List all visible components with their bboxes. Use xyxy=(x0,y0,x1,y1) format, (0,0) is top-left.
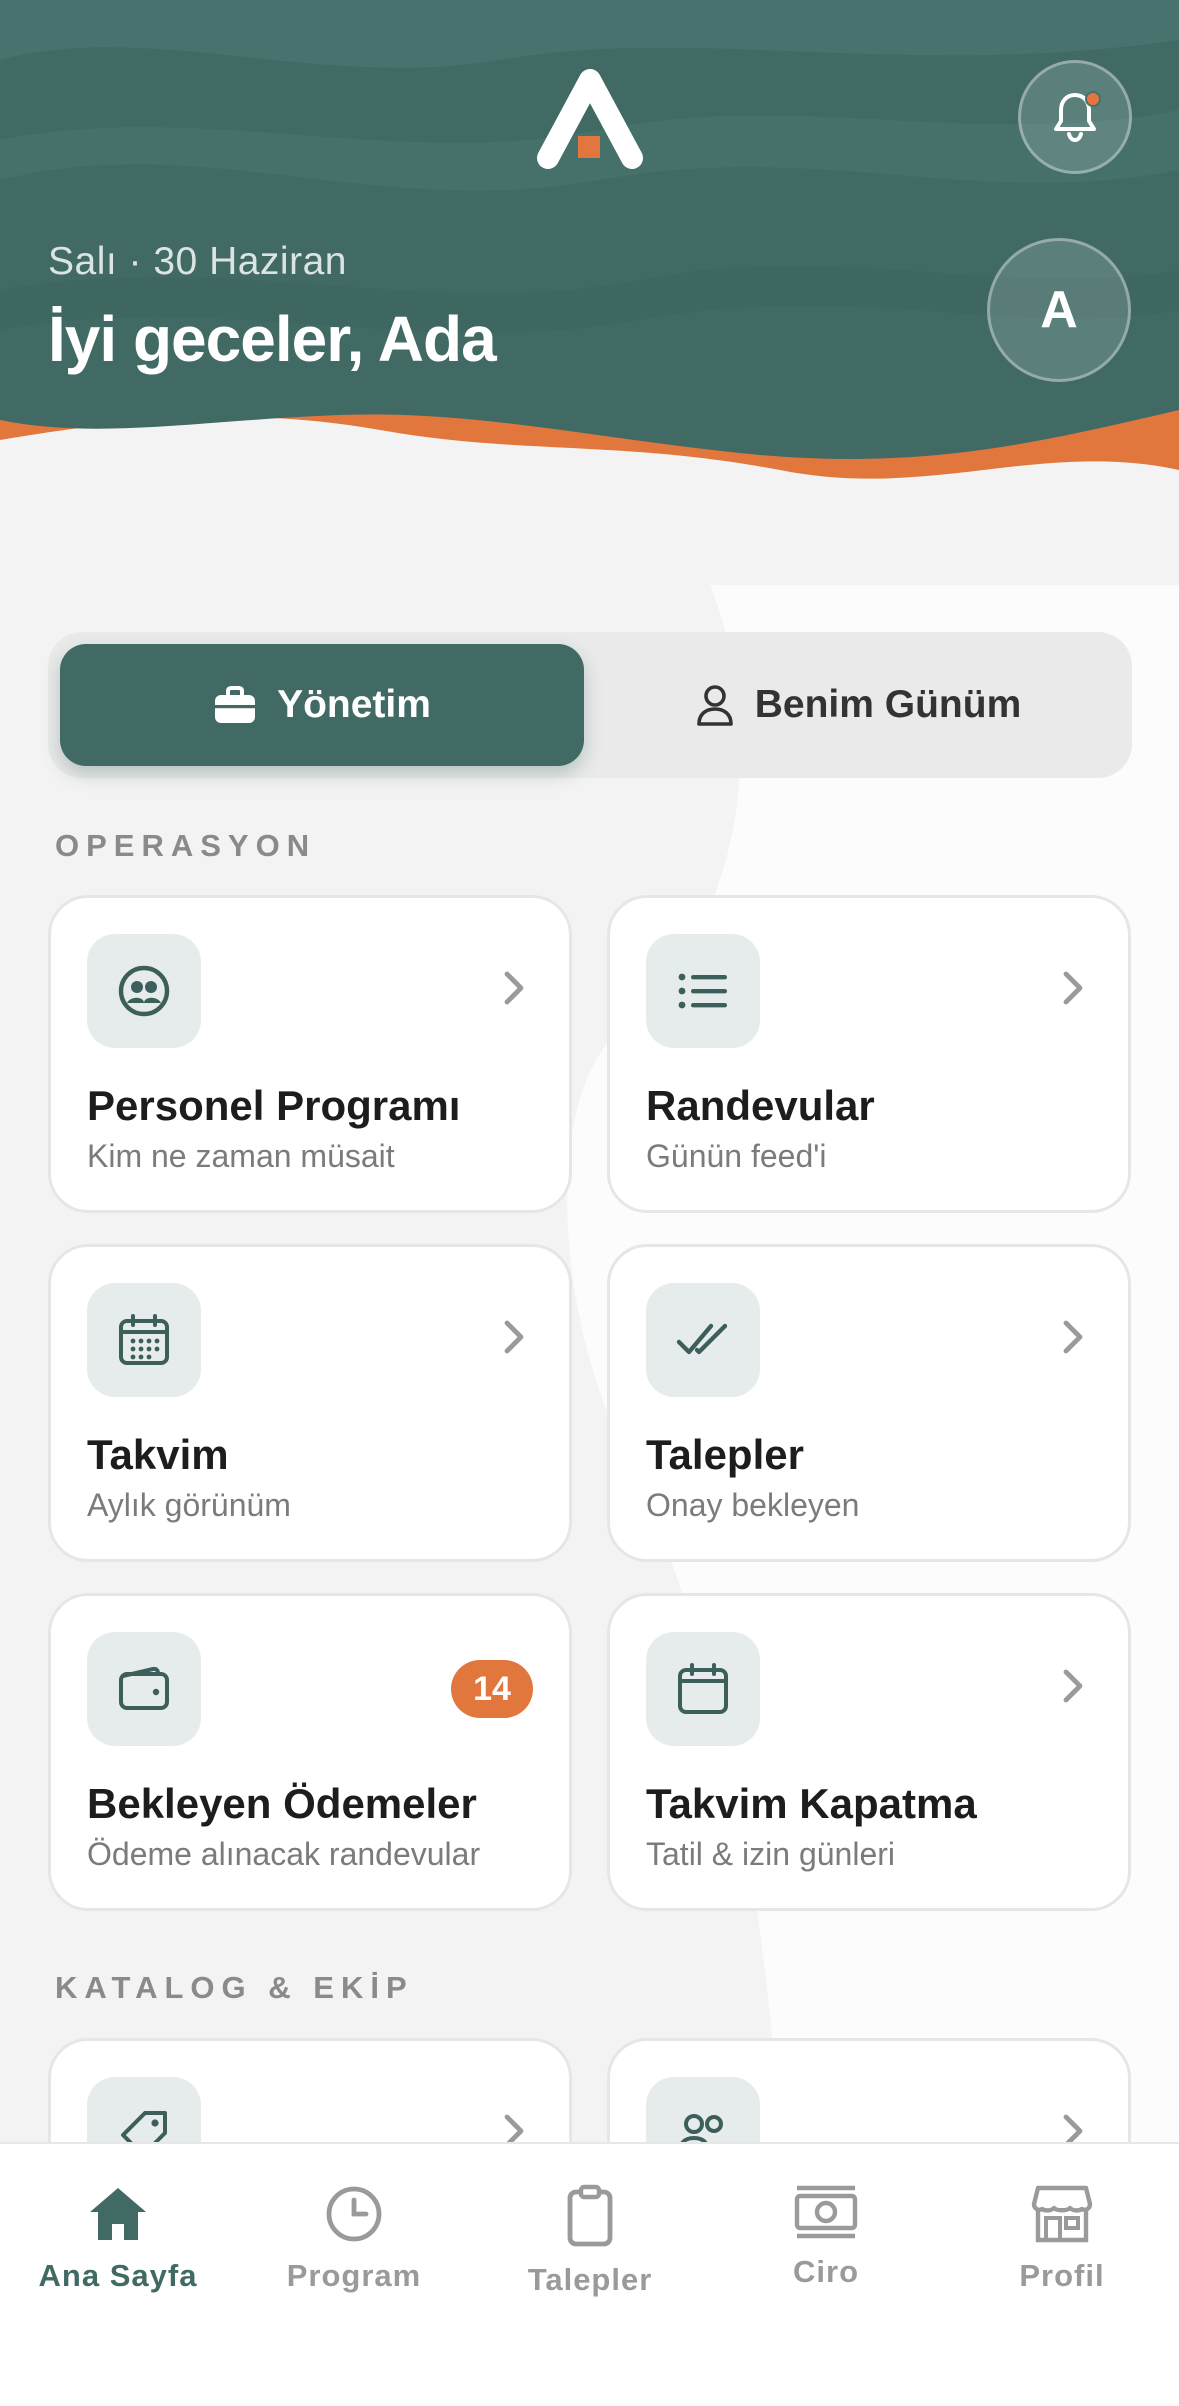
chevron-right-icon xyxy=(1063,1669,1083,1703)
double-check-icon xyxy=(676,1323,728,1355)
card-title: Takvim Kapatma xyxy=(646,1780,977,1827)
list-icon xyxy=(678,973,727,1009)
app-logo xyxy=(537,69,643,169)
card-appointments[interactable]: Randevular Günün feed'i xyxy=(607,895,1131,1213)
date-label: Salı · 30 Haziran xyxy=(48,240,347,283)
clock-icon xyxy=(326,2186,382,2242)
calendar-icon xyxy=(678,1663,728,1714)
tabbar-label: Profil xyxy=(1019,2258,1105,2293)
tabbar-label: Program xyxy=(286,2258,422,2293)
chevron-right-icon xyxy=(504,1320,524,1354)
tabbar-label: Ana Sayfa xyxy=(38,2258,198,2293)
chevron-right-icon xyxy=(1063,971,1083,1005)
tabbar-profile[interactable]: Profil xyxy=(944,2184,1179,2294)
chevron-right-icon xyxy=(504,971,524,1005)
tabbar-home[interactable]: Ana Sayfa xyxy=(0,2184,236,2294)
clipboard-icon xyxy=(567,2184,613,2247)
card-title: Takvim xyxy=(87,1431,229,1478)
mode-switch: Yönetim Benim Günüm xyxy=(48,632,1132,778)
cash-icon xyxy=(794,2185,858,2239)
chevron-right-icon xyxy=(1063,1320,1083,1354)
card-subtitle: Tatil & izin günleri xyxy=(646,1836,895,1872)
card-subtitle: Ödeme alınacak randevular xyxy=(87,1836,481,1872)
notification-dot xyxy=(1085,91,1101,107)
card-icon-box xyxy=(87,1632,201,1746)
card-subtitle: Günün feed'i xyxy=(646,1138,827,1174)
tab-management[interactable]: Yönetim xyxy=(60,644,584,766)
header: Salı · 30 Haziran İyi geceler, Ada A xyxy=(0,0,1179,560)
home-icon xyxy=(90,2188,146,2240)
card-title: Personel Programı xyxy=(87,1082,461,1129)
card-title: Randevular xyxy=(646,1082,875,1129)
tab-my-day[interactable]: Benim Günüm xyxy=(596,644,1120,766)
card-calendar[interactable]: Takvim Aylık görünüm xyxy=(48,1244,572,1562)
card-icon-box xyxy=(646,1283,760,1397)
team-icon xyxy=(118,965,170,1017)
calendar-grid-icon xyxy=(119,1314,169,1365)
notifications-button[interactable] xyxy=(1018,60,1132,174)
section-title-catalog: KATALOG & EKİP xyxy=(55,1970,414,2005)
tabbar-requests[interactable]: Talepler xyxy=(472,2184,708,2298)
card-staff-schedule[interactable]: Personel Programı Kim ne zaman müsait xyxy=(48,895,572,1213)
greeting-title: İyi geceler, Ada xyxy=(48,303,497,375)
person-icon xyxy=(696,685,733,726)
card-calendar-closing[interactable]: Takvim Kapatma Tatil & izin günleri xyxy=(607,1593,1131,1911)
card-subtitle: Kim ne zaman müsait xyxy=(87,1138,395,1174)
card-icon-box xyxy=(87,934,201,1048)
card-title: Talepler xyxy=(646,1431,804,1478)
tabbar-revenue[interactable]: Ciro xyxy=(708,2184,944,2290)
card-subtitle: Aylık görünüm xyxy=(87,1487,291,1523)
card-subtitle: Onay bekleyen xyxy=(646,1487,860,1523)
briefcase-icon xyxy=(215,686,256,723)
avatar[interactable]: A xyxy=(987,238,1131,382)
card-title: Bekleyen Ödemeler xyxy=(87,1780,477,1827)
tabbar-label: Ciro xyxy=(793,2254,859,2289)
avatar-initial: A xyxy=(1040,281,1078,339)
tabbar-label: Talepler xyxy=(527,2262,653,2297)
tab-management-label: Yönetim xyxy=(277,683,431,726)
tabbar-program[interactable]: Program xyxy=(236,2184,472,2294)
section-title-operations: OPERASYON xyxy=(55,828,317,863)
tab-my-day-label: Benim Günüm xyxy=(754,683,1022,726)
store-icon xyxy=(1031,2185,1093,2243)
card-icon-box xyxy=(646,1632,760,1746)
card-icon-box xyxy=(87,1283,201,1397)
wallet-icon xyxy=(119,1666,169,1710)
card-requests[interactable]: Talepler Onay bekleyen xyxy=(607,1244,1131,1562)
pending-count-badge: 14 xyxy=(451,1660,533,1718)
card-pending-payments[interactable]: 14 Bekleyen Ödemeler Ödeme alınacak rand… xyxy=(48,1593,572,1911)
card-icon-box xyxy=(646,934,760,1048)
bottom-tab-bar: Ana Sayfa Program Talepler Ciro Profil xyxy=(0,2142,1179,2406)
